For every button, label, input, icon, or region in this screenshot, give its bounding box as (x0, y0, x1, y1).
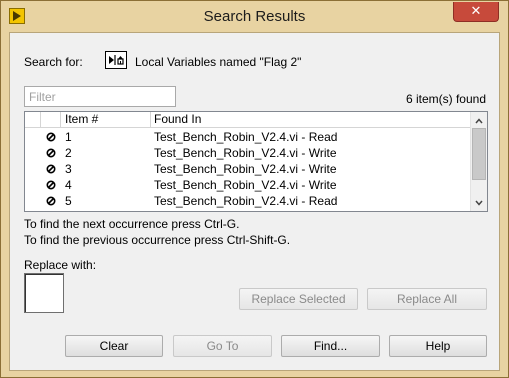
clear-button[interactable]: Clear (65, 335, 163, 357)
scroll-thumb[interactable] (472, 128, 486, 180)
item-number: 2 (65, 146, 72, 160)
replace-with-label: Replace with: (24, 258, 97, 272)
found-in: Test_Bench_Robin_V2.4.vi - Write (154, 162, 337, 176)
search-term: Local Variables named "Flag 2" (135, 55, 302, 69)
results-list-header: Item # Found In (25, 112, 470, 128)
help-button[interactable]: Help (389, 335, 487, 357)
window-title: Search Results (203, 8, 306, 25)
results-scrollbar[interactable] (470, 112, 487, 211)
table-row[interactable]: 1 Test_Bench_Robin_V2.4.vi - Read (25, 129, 470, 145)
filter-input[interactable] (24, 86, 176, 107)
table-row[interactable]: 5 Test_Bench_Robin_V2.4.vi - Read (25, 193, 470, 209)
chevron-down-icon (475, 200, 483, 206)
no-entry-icon (46, 132, 56, 142)
local-variable-icon (105, 51, 127, 69)
no-entry-icon (46, 180, 56, 190)
item-number: 4 (65, 178, 72, 192)
no-entry-icon (46, 196, 56, 206)
find-button[interactable]: Find... (281, 335, 380, 357)
found-in: Test_Bench_Robin_V2.4.vi - Write (154, 178, 337, 192)
search-for-label: Search for: (24, 55, 83, 69)
column-header-blank-2[interactable] (41, 112, 61, 128)
no-entry-icon (46, 164, 56, 174)
title-bar[interactable]: Search Results ✕ (1, 1, 508, 31)
column-header-item-number[interactable]: Item # (61, 112, 151, 128)
table-row[interactable]: 3 Test_Bench_Robin_V2.4.vi - Write (25, 161, 470, 177)
found-in: Test_Bench_Robin_V2.4.vi - Write (154, 146, 337, 160)
results-list[interactable]: Item # Found In 1 Test_Bench_Robin_V2.4.… (24, 111, 488, 212)
item-number: 5 (65, 194, 72, 208)
search-results-window: Search Results ✕ Search for: Local Varia… (0, 0, 509, 378)
replace-selected-button[interactable]: Replace Selected (239, 288, 358, 310)
item-number: 1 (65, 130, 72, 144)
previous-occurrence-hint: To find the previous occurrence press Ct… (24, 233, 291, 247)
no-entry-icon (46, 148, 56, 158)
item-number: 3 (65, 162, 72, 176)
items-found-count: 6 item(s) found (405, 92, 486, 106)
column-header-blank-1[interactable] (25, 112, 41, 128)
go-to-button[interactable]: Go To (173, 335, 272, 357)
scroll-up-button[interactable] (471, 113, 487, 128)
replace-with-terminal[interactable] (24, 273, 64, 313)
table-row[interactable]: 2 Test_Bench_Robin_V2.4.vi - Write (25, 145, 470, 161)
found-in: Test_Bench_Robin_V2.4.vi - Read (154, 194, 338, 208)
column-header-found-in[interactable]: Found In (151, 112, 470, 128)
table-row[interactable]: 4 Test_Bench_Robin_V2.4.vi - Write (25, 177, 470, 193)
scroll-down-button[interactable] (471, 195, 487, 210)
found-in: Test_Bench_Robin_V2.4.vi - Read (154, 130, 338, 144)
chevron-up-icon (475, 117, 483, 123)
dialog-body: Search for: Local Variables named "Flag … (9, 32, 500, 371)
next-occurrence-hint: To find the next occurrence press Ctrl-G… (24, 217, 240, 231)
close-button[interactable]: ✕ (453, 2, 499, 22)
replace-all-button[interactable]: Replace All (367, 288, 487, 310)
